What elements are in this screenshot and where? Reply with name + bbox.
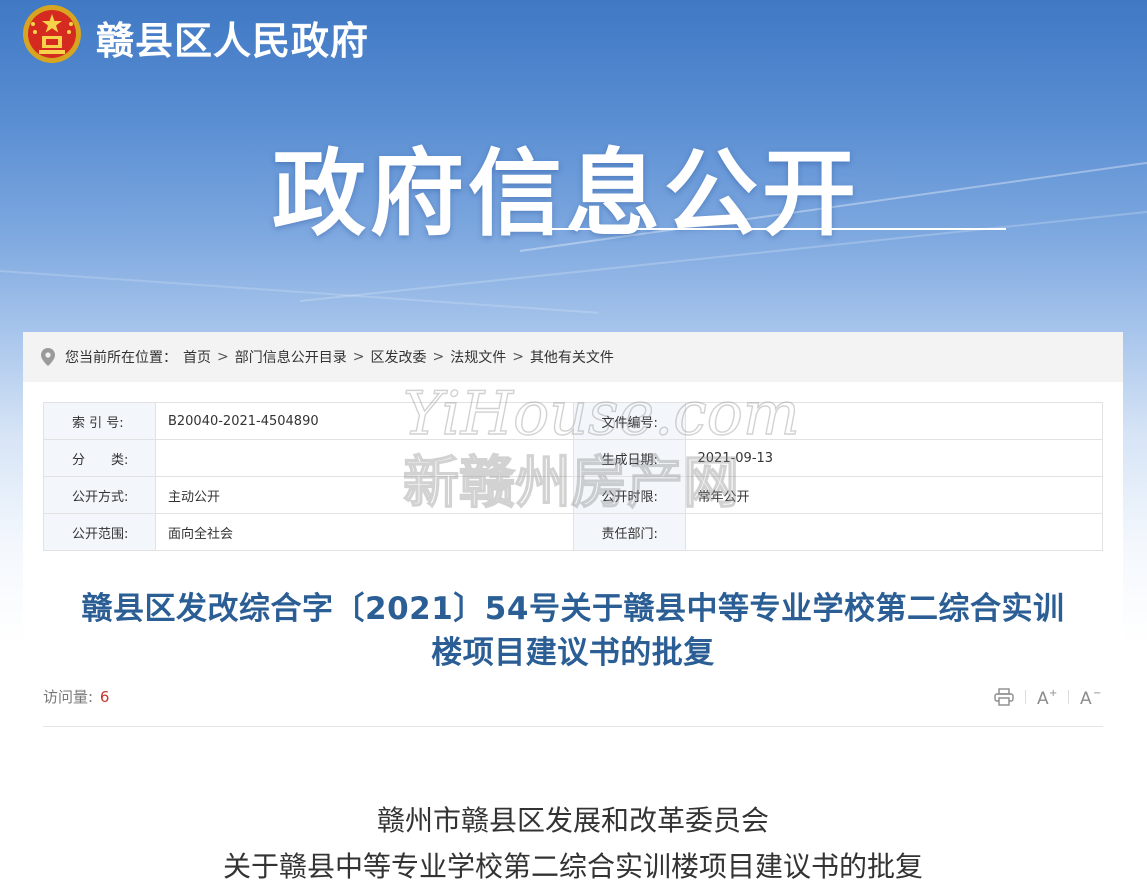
meta-label-publish-period: 公开时限: [572,476,686,514]
meta-label-date: 生成日期: [572,439,686,477]
breadcrumb-separator: > [512,349,524,365]
breadcrumb-item-home[interactable]: 首页 [183,347,211,367]
font-increase-icon: A + [1037,688,1057,707]
breadcrumb-item-other-files[interactable]: 其他有关文件 [530,347,614,367]
visit-counter: 访问量: 6 [43,686,109,707]
meta-value-index: B20040-2021-4504890 [154,402,574,440]
svg-text:−: − [1093,688,1101,699]
table-row: 索 引 号: B20040-2021-4504890 文件编号: [43,402,1104,440]
location-pin-icon [41,348,55,366]
breadcrumb-prefix: 您当前所在位置： [65,350,177,366]
breadcrumb-separator: > [432,349,445,365]
table-row: 公开方式: 主动公开 公开时限: 常年公开 [43,476,1104,514]
banner-streak [0,270,599,314]
breadcrumb: 您当前所在位置： 首页 > 部门信息公开目录 > 区发改委 > 法规文件 > 其… [23,332,1123,382]
meta-value-file-number [684,402,1104,440]
meta-value-department [684,513,1104,551]
svg-text:A: A [1080,689,1092,707]
visits-count: 6 [99,688,110,706]
meta-label-department: 责任部门: [572,513,686,551]
font-increase-button[interactable]: A + [1032,684,1062,710]
meta-label-scope: 公开范围: [43,513,156,551]
meta-value-date: 2021-09-13 [684,439,1104,477]
breadcrumb-item-catalog[interactable]: 部门信息公开目录 [235,347,347,367]
national-emblem-icon[interactable] [22,4,82,64]
breadcrumb-separator: > [352,349,365,365]
document-title: 赣县区发改综合字〔2021〕54号关于赣县中等专业学校第二综合实训 楼项目建议书… [23,587,1123,675]
breadcrumb-item-regulations[interactable]: 法规文件 [450,347,506,367]
content-panel: 您当前所在位置： 首页 > 部门信息公开目录 > 区发改委 > 法规文件 > 其… [23,332,1123,886]
font-decrease-button[interactable]: A − [1075,684,1105,710]
document-title-line2: 楼项目建议书的批复 [431,635,715,671]
tool-divider [1068,690,1069,704]
tool-divider [1025,690,1026,704]
meta-value-publish-period: 常年公开 [684,476,1104,514]
meta-label-publish-method: 公开方式: [43,476,156,514]
document-body: 赣州市赣县区发展和改革委员会 关于赣县中等专业学校第二综合实训楼项目建议书的批复 [23,798,1123,886]
meta-value-scope: 面向全社会 [154,513,574,551]
meta-value-publish-method: 主动公开 [154,476,574,514]
meta-label-index: 索 引 号: [43,402,156,440]
breadcrumb-item-department[interactable]: 区发改委 [370,347,426,367]
table-row: 分 类: 生成日期: 2021-09-13 [43,439,1104,477]
document-meta-table: 索 引 号: B20040-2021-4504890 文件编号: 分 类: 生成… [43,402,1104,551]
site-title[interactable]: 赣县区人民政府 [96,10,369,65]
print-icon [994,688,1014,706]
svg-text:+: + [1049,688,1057,699]
body-line-issuer: 赣州市赣县区发展和改革委员会 [376,804,769,837]
banner-title: 政府信息公开 [272,140,861,249]
body-line-subject: 关于赣县中等专业学校第二综合实训楼项目建议书的批复 [222,850,923,883]
print-button[interactable] [989,684,1019,710]
document-tools: A + A − [989,684,1105,710]
breadcrumb-separator: > [217,349,229,365]
divider [43,726,1103,727]
visits-label: 访问量: [43,688,94,706]
meta-label-file-number: 文件编号: [572,402,686,440]
font-decrease-icon: A − [1080,688,1101,707]
meta-value-category [154,439,574,477]
meta-label-category: 分 类: [43,439,156,477]
svg-text:A: A [1037,689,1049,707]
banner-underline [518,228,1006,230]
table-row: 公开范围: 面向全社会 责任部门: [43,513,1104,551]
document-title-line1: 赣县区发改综合字〔2021〕54号关于赣县中等专业学校第二综合实训 [81,591,1065,627]
